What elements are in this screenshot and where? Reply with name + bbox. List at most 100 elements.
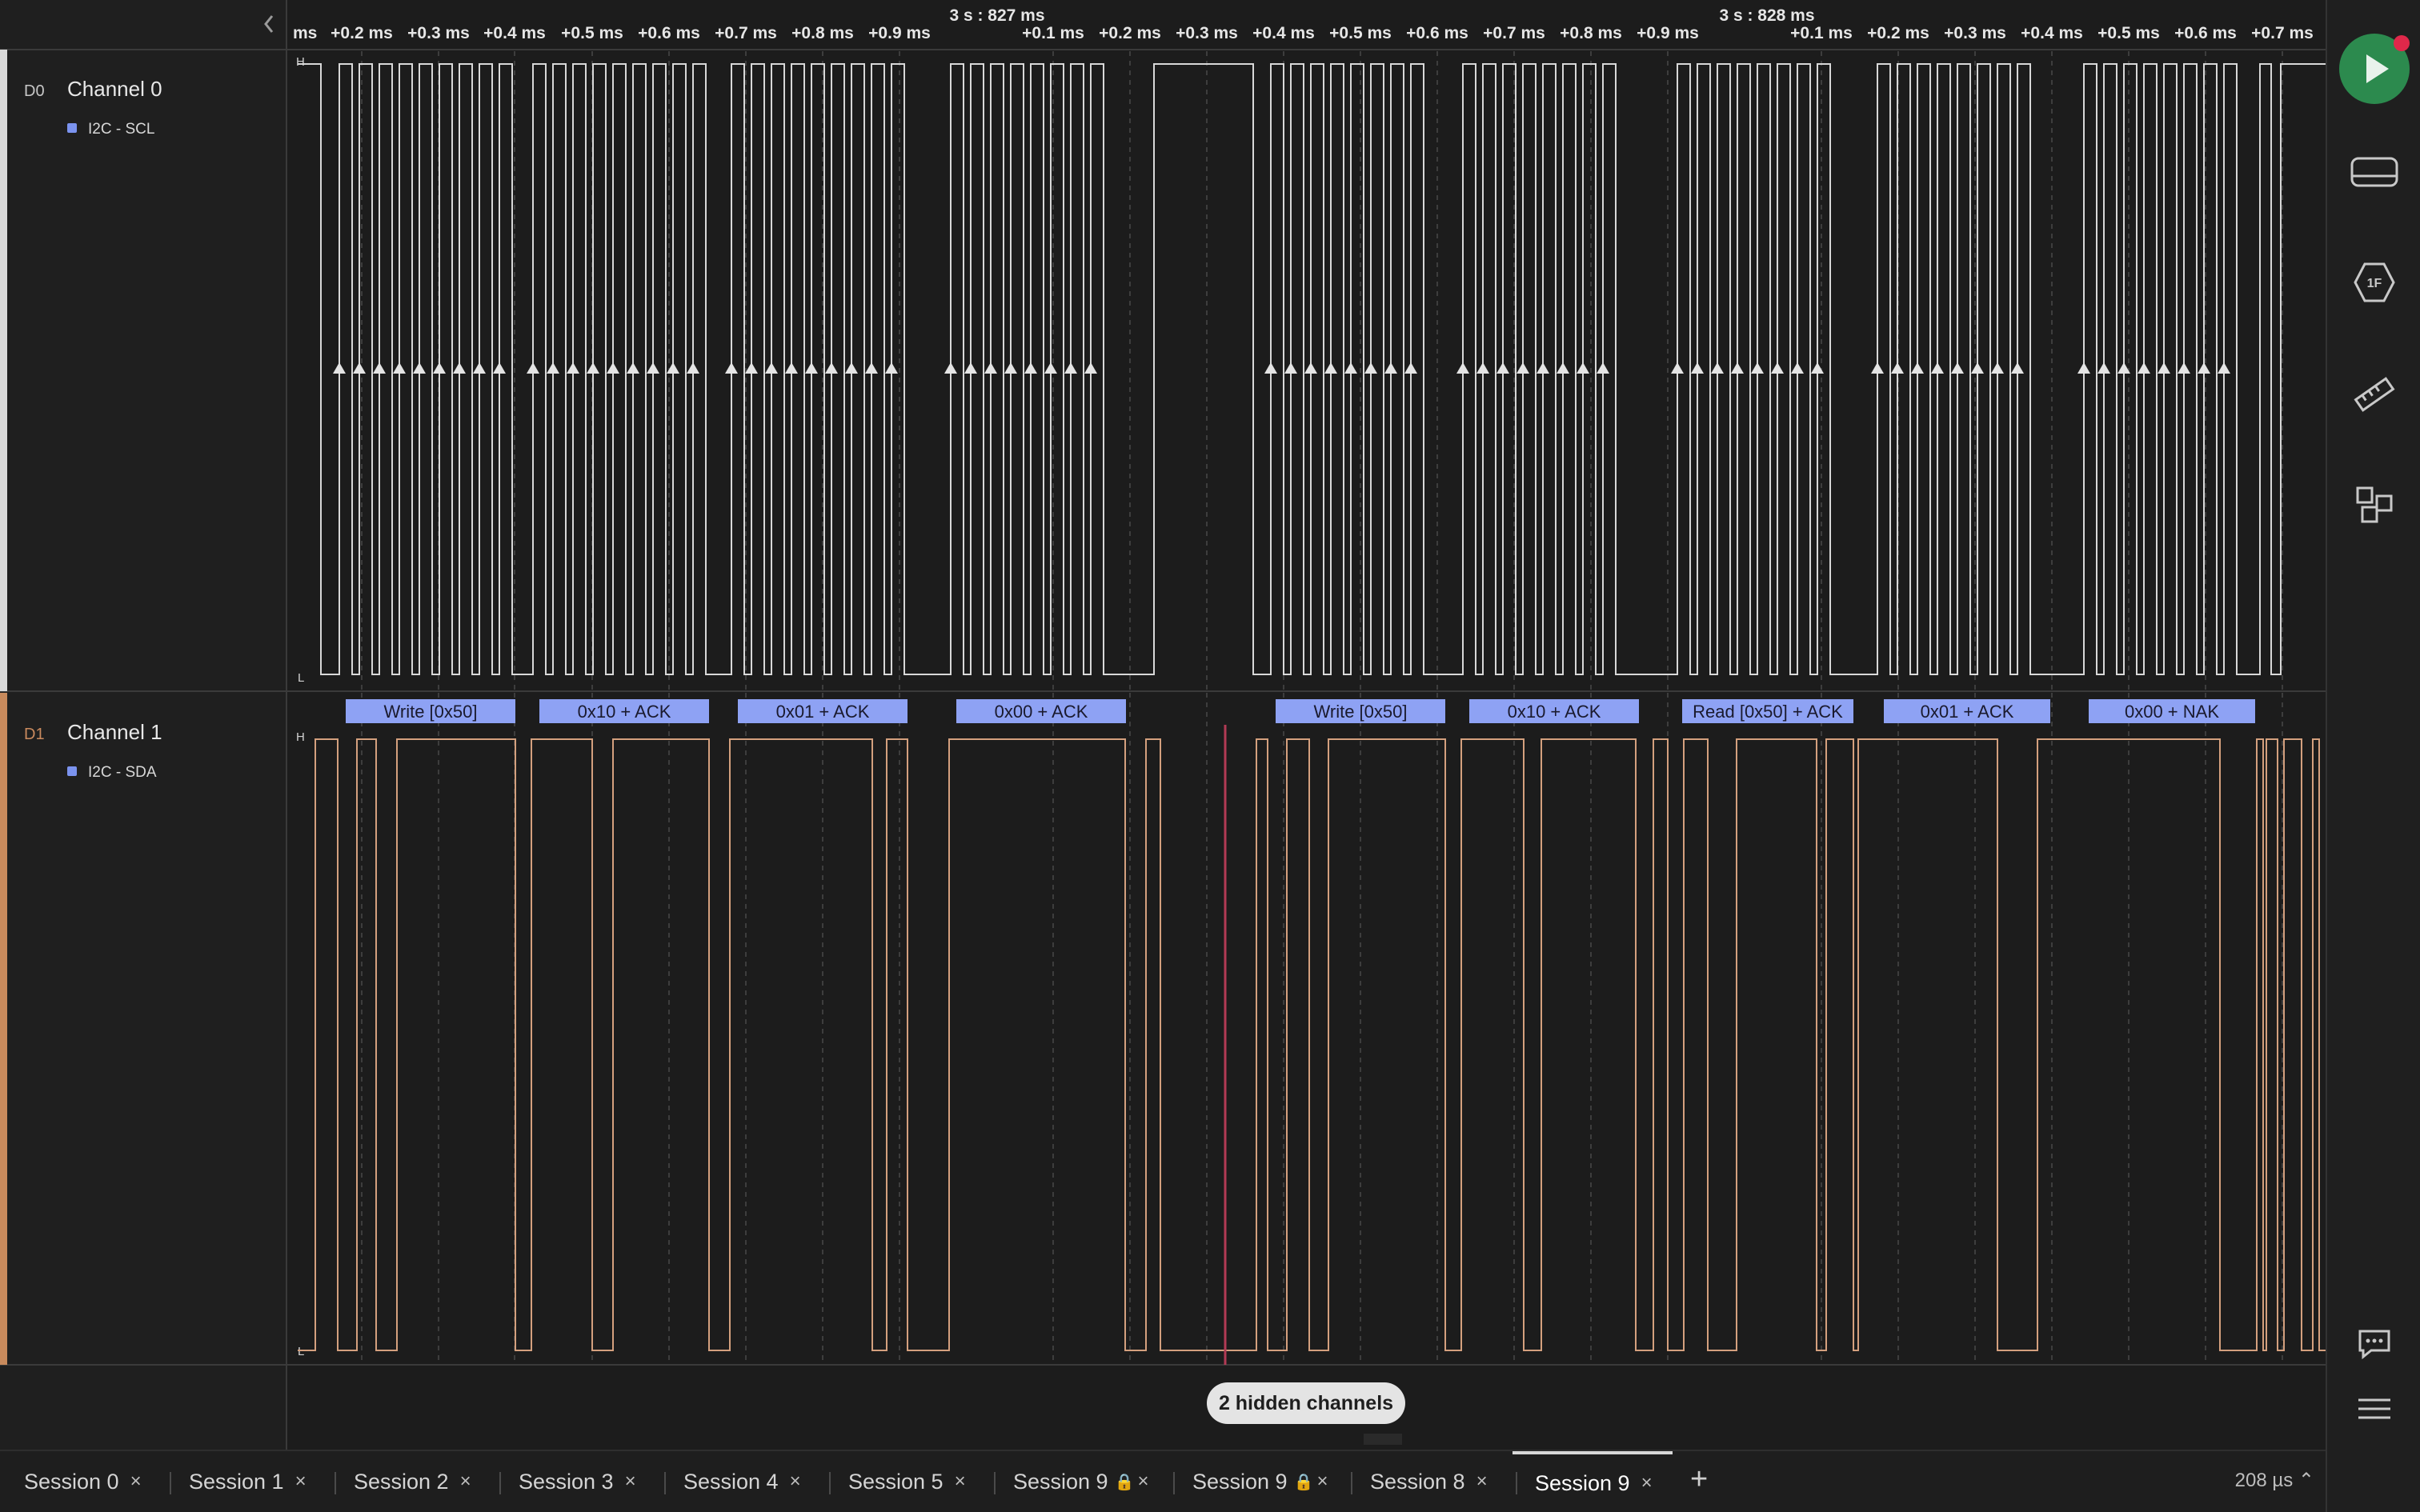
menu-button[interactable] [2327, 1397, 2420, 1421]
close-icon[interactable]: × [1476, 1470, 1488, 1493]
chat-button[interactable] [2327, 1328, 2420, 1360]
measure-button[interactable] [2327, 373, 2420, 416]
time-tick-label: +0.3 ms [1176, 24, 1238, 42]
channel-0-analyzer[interactable]: I2C - SCL [88, 121, 154, 138]
logic-analyzer-view: D0 Channel 0 I2C - SCL D1 Channel 1 I2C … [0, 0, 2420, 1512]
channel-0-accent [0, 50, 7, 691]
close-icon[interactable]: × [1641, 1472, 1653, 1494]
session-tab-label: Session 3 [519, 1469, 614, 1494]
close-icon[interactable]: × [460, 1470, 471, 1493]
trigger-button[interactable]: 1F [2327, 259, 2420, 306]
time-tick-label: +0.4 ms [1252, 24, 1315, 42]
channel-0-name[interactable]: Channel 0 [67, 77, 162, 101]
decoded-frame-label: Read [0x50] + ACK [1693, 702, 1843, 722]
time-tick-label: +0.3 ms [407, 24, 470, 42]
decoded-frame-label: 0x10 + ACK [1508, 702, 1601, 722]
close-icon[interactable]: × [790, 1470, 801, 1493]
time-tick-label: ms [293, 24, 317, 42]
chat-icon [2358, 1330, 2390, 1360]
app-background [0, 0, 2420, 1512]
decoded-frame-label: 0x01 + ACK [1921, 702, 2014, 722]
decoded-frame-label: Write [0x50] [384, 702, 478, 722]
channel-0-id: D0 [24, 82, 45, 100]
lock-icon: 🔒 [1114, 1473, 1135, 1491]
time-tick-label: +0.1 ms [1790, 24, 1853, 42]
zoom-level[interactable]: 208 µs ⌃ [2235, 1469, 2314, 1492]
tab-separator [1351, 1472, 1352, 1494]
time-marker-label: 3 s : 827 ms [949, 6, 1044, 25]
lock-icon: 🔒 [1293, 1473, 1314, 1491]
time-tick-label: +0.5 ms [2097, 24, 2160, 42]
session-tab-label: Session 4 [683, 1469, 779, 1494]
time-tick-label: +0.9 ms [868, 24, 931, 42]
level-high-marker: H [296, 730, 305, 744]
session-tab[interactable]: Session 3 × [519, 1451, 636, 1512]
level-low-marker: L [298, 1345, 304, 1358]
time-marker-label: 3 s : 828 ms [1719, 6, 1814, 25]
close-icon[interactable]: × [625, 1470, 636, 1493]
decoded-frame-label: Write [0x50] [1314, 702, 1408, 722]
device-button[interactable] [2327, 154, 2420, 190]
time-tick-label: +0.8 ms [791, 24, 854, 42]
session-tab[interactable]: Session 1 × [189, 1451, 307, 1512]
channel-1-name[interactable]: Channel 1 [67, 720, 162, 744]
close-icon[interactable]: × [295, 1470, 307, 1493]
level-low-marker: L [298, 671, 304, 685]
time-tick-label: +0.5 ms [1329, 24, 1392, 42]
tab-separator [499, 1472, 501, 1494]
time-tick-label: +0.2 ms [1867, 24, 1929, 42]
svg-text:1F: 1F [2367, 277, 2382, 290]
play-button[interactable] [2327, 32, 2420, 106]
close-icon[interactable]: × [1316, 1470, 1328, 1493]
session-tab-label: Session 5 [848, 1469, 944, 1494]
level-high-marker: H [296, 55, 305, 69]
session-tab-bar: Session 0 × Session 1 × Session 2 × Session 3 ×… [0, 1450, 2326, 1512]
session-tab-label: Session 0 [24, 1469, 119, 1494]
time-tick-label: +0.7 ms [715, 24, 777, 42]
add-session-icon[interactable]: + [1690, 1462, 1708, 1497]
session-tab[interactable]: Session 5 × [848, 1451, 966, 1512]
session-tab[interactable]: Session 9 × [1512, 1451, 1673, 1512]
time-tick-label: +0.6 ms [2174, 24, 2237, 42]
time-tick-label: +0.7 ms [2251, 24, 2314, 42]
channel-1-analyzer[interactable]: I2C - SDA [88, 764, 157, 781]
channel-1-id: D1 [24, 726, 45, 743]
time-tick-label: +0.5 ms [561, 24, 623, 42]
time-tick-label: +0.9 ms [1637, 24, 1699, 42]
extensions-button[interactable] [2327, 485, 2420, 525]
decoded-frame-label: 0x00 + ACK [995, 702, 1088, 722]
play-icon [2339, 34, 2410, 104]
time-tick-label: +0.2 ms [331, 24, 393, 42]
session-tab-label: Session 8 [1370, 1469, 1465, 1494]
tab-separator [170, 1472, 171, 1494]
session-tab[interactable]: Session 8 × [1370, 1451, 1488, 1512]
tab-separator [994, 1472, 996, 1494]
time-tick-label: +0.4 ms [2021, 24, 2083, 42]
session-tab[interactable]: Session 0 × [24, 1451, 142, 1512]
i2c-decoded-frames: Write [0x50] 0x10 + ACK 0x01 + ACK 0x00 + A… [346, 699, 2255, 723]
session-tab[interactable]: Session 4 × [683, 1451, 801, 1512]
close-icon[interactable]: × [955, 1470, 966, 1493]
time-tick-label: +0.8 ms [1560, 24, 1622, 42]
extensions-icon [2356, 486, 2393, 523]
tab-separator [664, 1472, 666, 1494]
close-icon[interactable]: × [1137, 1470, 1148, 1493]
h-scrollbar[interactable] [1364, 1434, 1402, 1445]
time-tick-label: +0.4 ms [483, 24, 546, 42]
decoded-frame-label: 0x00 + NAK [2125, 702, 2219, 722]
zoom-value: 208 µs [2234, 1470, 2294, 1491]
session-tab-label: Session 1 [189, 1469, 284, 1494]
session-tab[interactable]: Session 9 🔒 × [1013, 1451, 1149, 1512]
session-tab-label: Session 2 [354, 1469, 449, 1494]
menu-icon [2358, 1398, 2390, 1419]
hidden-channels-button[interactable]: 2 hidden channels [1207, 1382, 1405, 1424]
analyzer-color-swatch [67, 766, 77, 776]
channel-1-accent [0, 693, 7, 1365]
device-icon [2350, 157, 2398, 187]
tab-separator [335, 1472, 336, 1494]
time-tick-label: +0.2 ms [1099, 24, 1161, 42]
session-tab[interactable]: Session 9 🔒 × [1192, 1451, 1328, 1512]
session-tab[interactable]: Session 2 × [354, 1451, 471, 1512]
time-tick-label: +0.6 ms [638, 24, 700, 42]
close-icon[interactable]: × [130, 1470, 142, 1493]
